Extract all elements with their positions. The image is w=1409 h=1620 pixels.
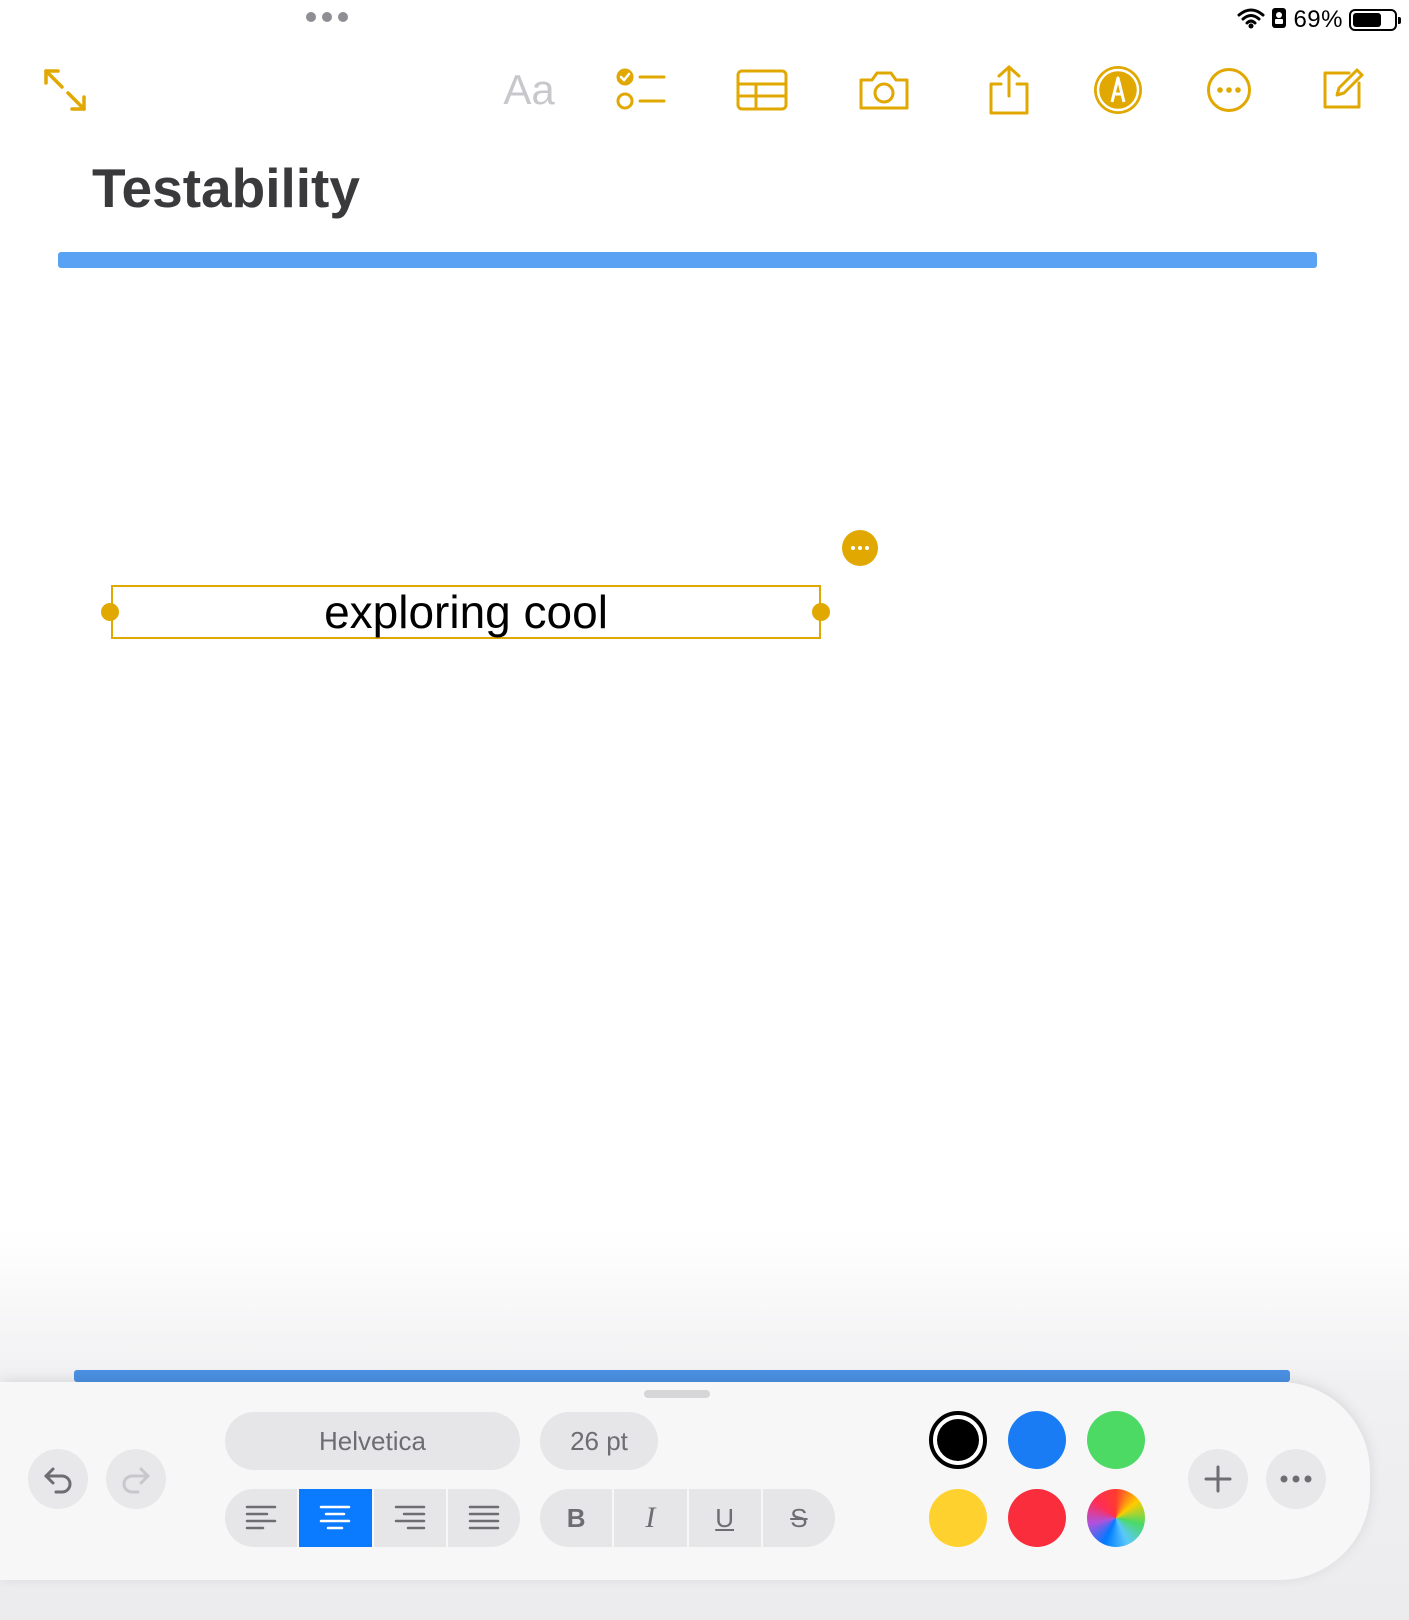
- more-icon[interactable]: [1201, 62, 1257, 118]
- compose-icon[interactable]: [1314, 62, 1370, 118]
- orientation-lock-icon: [1271, 7, 1287, 34]
- add-button[interactable]: [1188, 1449, 1248, 1509]
- swatch-fill: [937, 1419, 979, 1461]
- dot: [306, 12, 316, 22]
- battery-level: [1353, 13, 1381, 27]
- status-indicators: 69%: [1237, 4, 1401, 36]
- format-label: Aa: [503, 66, 555, 113]
- battery-icon: [1349, 9, 1401, 31]
- align-justify-icon: [468, 1505, 500, 1530]
- checklist-icon[interactable]: [614, 62, 670, 118]
- bold-button[interactable]: B: [540, 1489, 615, 1547]
- align-center-icon: [320, 1505, 351, 1530]
- drawing-stroke-top: [58, 252, 1317, 268]
- color-picker-multicolor[interactable]: [1087, 1489, 1145, 1547]
- battery-percentage: 69%: [1293, 6, 1343, 33]
- align-center-button[interactable]: [299, 1489, 374, 1547]
- share-icon[interactable]: [981, 62, 1037, 118]
- plus-icon: [1204, 1465, 1232, 1493]
- multitasking-menu[interactable]: [306, 12, 348, 22]
- align-left-button[interactable]: [225, 1489, 300, 1547]
- ellipsis-icon: [1280, 1475, 1312, 1483]
- align-right-button[interactable]: [374, 1489, 448, 1547]
- dot: [322, 12, 332, 22]
- color-swatch-blue[interactable]: [1008, 1411, 1066, 1469]
- dot: [851, 546, 855, 550]
- italic-button[interactable]: I: [614, 1489, 689, 1547]
- format-text-button[interactable]: Aa: [496, 62, 562, 118]
- strikethrough-button[interactable]: S: [763, 1489, 835, 1547]
- strikethrough-label: S: [790, 1502, 808, 1533]
- table-icon[interactable]: [734, 62, 790, 118]
- alignment-control: [225, 1489, 520, 1547]
- resize-handle-right[interactable]: [812, 603, 830, 621]
- font-name: Helvetica: [319, 1425, 426, 1456]
- text-box[interactable]: exploring cool: [111, 585, 821, 639]
- text-box-content[interactable]: exploring cool: [324, 585, 608, 639]
- undo-icon: [44, 1467, 72, 1494]
- text-box-options-button[interactable]: [842, 530, 878, 566]
- drawing-stroke-bottom: [74, 1370, 1290, 1382]
- color-swatch-black[interactable]: [929, 1411, 987, 1469]
- dot: [338, 12, 348, 22]
- more-options-button[interactable]: [1266, 1449, 1326, 1509]
- redo-button[interactable]: [106, 1449, 166, 1509]
- dot: [865, 546, 869, 550]
- note-title[interactable]: Testability: [92, 156, 360, 220]
- font-size: 26 pt: [570, 1425, 628, 1456]
- align-right-icon: [394, 1505, 425, 1530]
- dot: [858, 546, 862, 550]
- text-style-control: B I U S: [540, 1489, 835, 1547]
- underline-label: U: [715, 1502, 735, 1533]
- bold-label: B: [566, 1502, 586, 1533]
- color-swatch-green[interactable]: [1087, 1411, 1145, 1469]
- align-left-icon: [245, 1505, 277, 1530]
- expand-icon[interactable]: [37, 62, 93, 118]
- font-picker[interactable]: Helvetica: [225, 1412, 520, 1470]
- font-size-picker[interactable]: 26 pt: [540, 1412, 658, 1470]
- italic-label: I: [645, 1501, 656, 1534]
- camera-icon[interactable]: [856, 62, 912, 118]
- markup-icon[interactable]: [1090, 62, 1146, 118]
- resize-handle-left[interactable]: [101, 603, 119, 621]
- color-swatch-red[interactable]: [1008, 1489, 1066, 1547]
- align-justify-button[interactable]: [448, 1489, 520, 1547]
- palette-grabber[interactable]: [644, 1390, 710, 1398]
- underline-button[interactable]: U: [689, 1489, 763, 1547]
- redo-icon: [122, 1467, 150, 1494]
- wifi-icon: [1237, 7, 1265, 34]
- undo-button[interactable]: [28, 1449, 88, 1509]
- text-format-palette: [0, 1382, 1370, 1580]
- color-swatch-yellow[interactable]: [929, 1489, 987, 1547]
